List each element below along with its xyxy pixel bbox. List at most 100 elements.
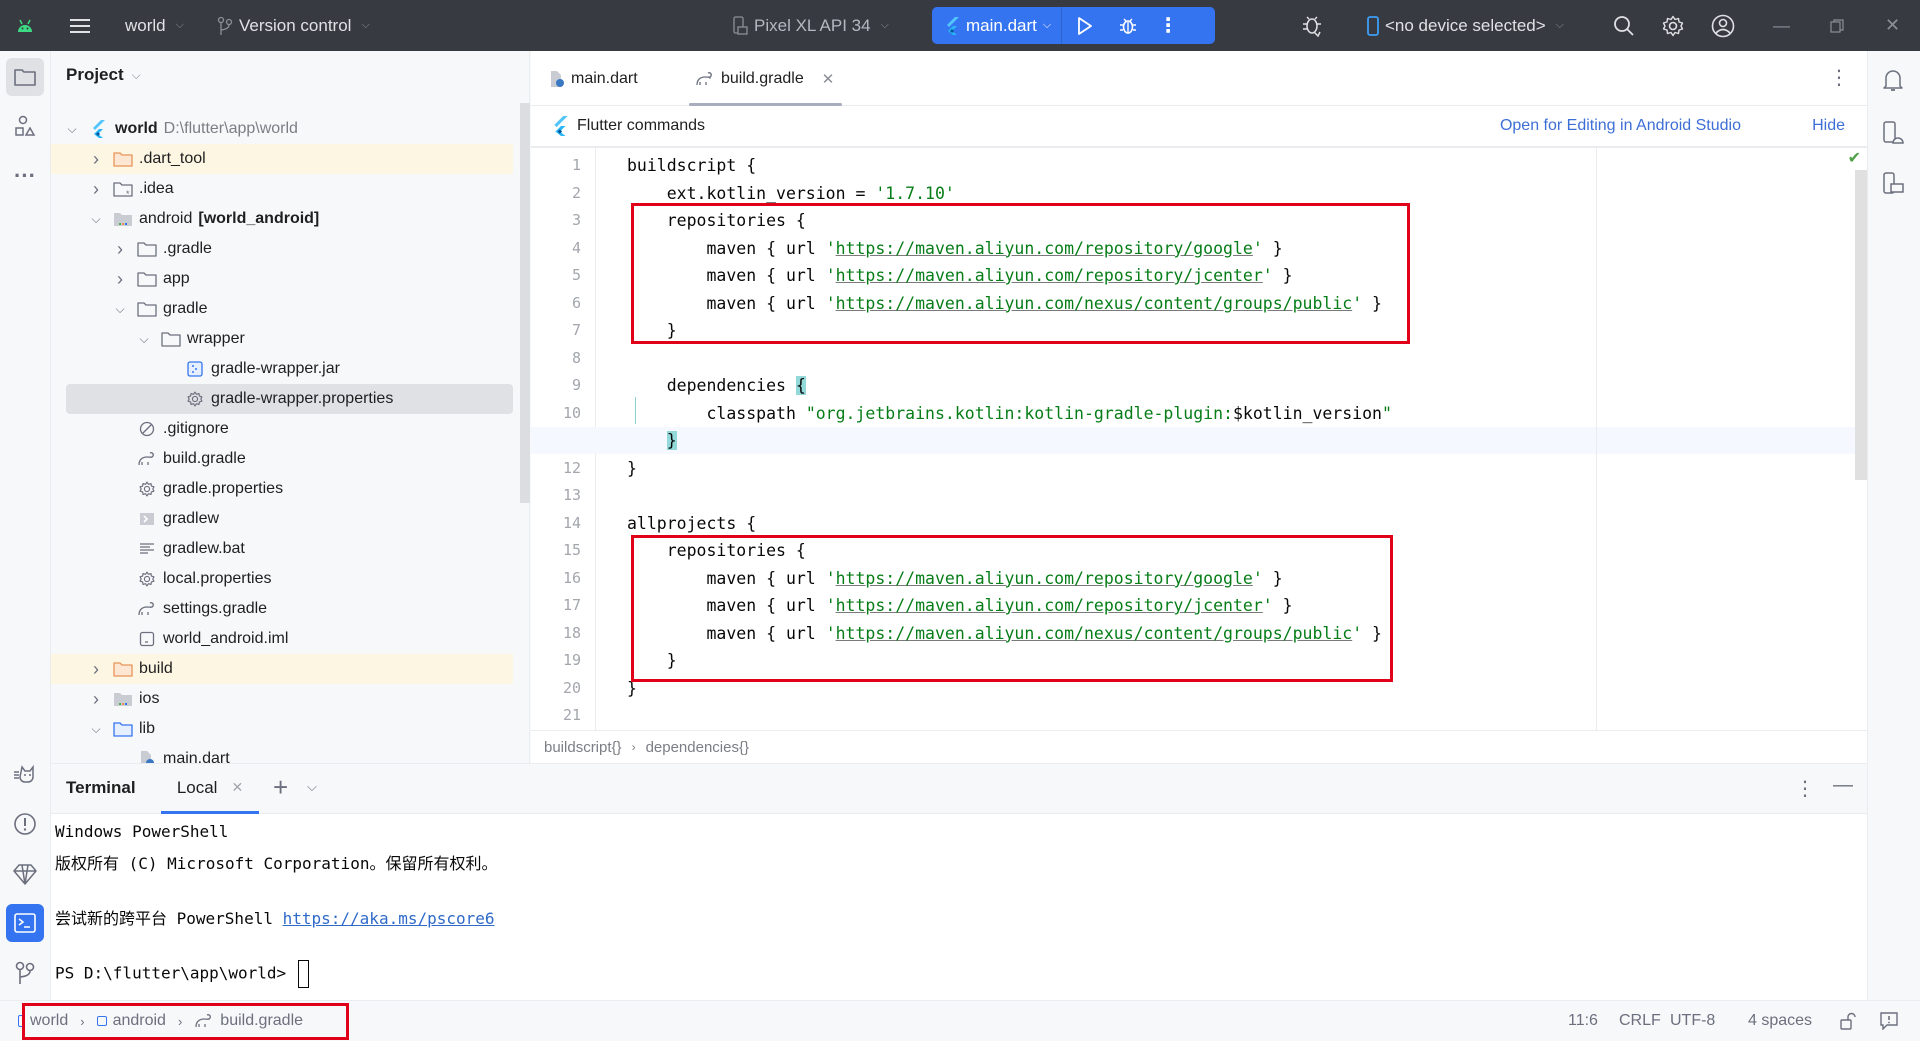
code-line[interactable]: } <box>596 455 637 482</box>
tree-item[interactable]: › build <box>51 654 513 684</box>
indent-settings[interactable]: 4 spaces <box>1748 1001 1812 1041</box>
code-line[interactable] <box>596 345 627 372</box>
restore-button[interactable] <box>1830 0 1844 51</box>
tree-item[interactable]: gradle-wrapper.properties <box>66 384 513 414</box>
chevron-down-icon[interactable]: ⌵ <box>137 332 151 347</box>
project-tool-button[interactable] <box>6 58 44 96</box>
tab-build-gradle[interactable]: build.gradle ✕ <box>688 51 843 106</box>
settings-button[interactable] <box>1662 0 1684 51</box>
code-editor[interactable]: 123456789101112131415161718192021 builds… <box>531 148 1867 730</box>
tree-item[interactable]: › ios <box>51 684 513 714</box>
tree-item[interactable]: world_android.iml <box>51 624 513 654</box>
attach-debugger-button[interactable] <box>1300 0 1324 51</box>
vcs-selector[interactable]: Version control ⌵ <box>217 0 370 51</box>
terminal-line: PS D:\flutter\app\world> <box>55 959 309 988</box>
new-terminal-button[interactable]: + <box>273 772 288 803</box>
more-actions-button[interactable]: ⋮ <box>1148 7 1188 44</box>
chevron-down-icon: ⌵ <box>880 19 889 31</box>
tree-item[interactable]: › app <box>51 264 513 294</box>
project-view-selector[interactable]: Project ⌵ <box>66 65 141 85</box>
tree-item[interactable]: › * .idea <box>51 174 513 204</box>
chevron-down-icon[interactable]: ⌵ <box>89 212 103 227</box>
minimize-icon: — <box>1773 15 1790 35</box>
search-button[interactable] <box>1613 0 1635 51</box>
tree-item[interactable]: ⌵ world D:\flutter\app\world <box>51 114 513 144</box>
minimize-panel-button[interactable]: — <box>1833 774 1853 797</box>
code-line[interactable] <box>596 702 627 729</box>
code-line[interactable]: dependencies { <box>596 372 806 399</box>
close-terminal-tab-button[interactable]: ✕ <box>231 779 243 796</box>
terminal-title: Terminal <box>66 778 136 797</box>
chevron-down-icon[interactable]: ⌵ <box>89 722 103 737</box>
tab-main-dart[interactable]: main.dart <box>549 51 638 106</box>
minimize-button[interactable]: — <box>1773 0 1790 51</box>
tree-item[interactable]: ⌵ wrapper <box>51 324 513 354</box>
project-selector[interactable]: world ⌵ <box>125 0 184 51</box>
file-encoding[interactable]: UTF-8 <box>1670 1001 1715 1041</box>
notifications-button[interactable] <box>1874 61 1912 99</box>
device-config-selector[interactable]: Pixel XL API 34 ⌵ <box>732 0 889 51</box>
chevron-down-icon[interactable]: ⌵ <box>65 122 79 137</box>
problems-button[interactable] <box>6 805 44 843</box>
terminal-tab-local[interactable]: Local ✕ <box>161 764 259 814</box>
tab-options-button[interactable]: ⋮ <box>1829 65 1849 90</box>
tree-item[interactable]: gradle-wrapper.jar <box>51 354 513 384</box>
code-line[interactable] <box>596 482 627 509</box>
hide-link[interactable]: Hide <box>1812 117 1845 135</box>
tree-item[interactable]: ⌵ lib <box>51 714 513 744</box>
run-button[interactable] <box>1062 7 1108 44</box>
running-devices-button[interactable] <box>1874 165 1912 203</box>
terminal-link[interactable]: https://aka.ms/pscore6 <box>283 909 495 928</box>
feedback-button[interactable] <box>1880 1001 1898 1041</box>
code-line[interactable]: } <box>596 427 677 454</box>
gemini-button[interactable] <box>6 855 44 893</box>
read-only-toggle[interactable] <box>1840 1001 1856 1041</box>
tree-item[interactable]: gradlew <box>51 504 513 534</box>
more-tools-button[interactable]: ··· <box>6 157 44 195</box>
version-control-button[interactable] <box>6 954 44 992</box>
resource-manager-button[interactable] <box>6 107 44 145</box>
chevron-right-icon[interactable]: › <box>89 179 103 200</box>
tree-item[interactable]: ⌵ gradle <box>51 294 513 324</box>
tree-item[interactable]: › .dart_tool <box>51 144 513 174</box>
caret-position[interactable]: 11:6 <box>1568 1001 1598 1041</box>
run-config-selector[interactable]: main.dart ⌵ <box>932 7 1061 44</box>
tree-item[interactable]: settings.gradle <box>51 594 513 624</box>
tree-item[interactable]: gradlew.bat <box>51 534 513 564</box>
terminal-dropdown-button[interactable]: ⌵ <box>307 779 317 795</box>
open-in-android-studio-link[interactable]: Open for Editing in Android Studio <box>1500 117 1741 135</box>
terminal-options-button[interactable]: ⋮ <box>1795 776 1815 801</box>
device-manager-button[interactable] <box>1874 114 1912 152</box>
tree-item[interactable]: local.properties <box>51 564 513 594</box>
code-line[interactable]: classpath "org.jetbrains.kotlin:kotlin-g… <box>596 400 1391 427</box>
main-menu-button[interactable] <box>70 0 90 51</box>
chevron-right-icon[interactable]: › <box>113 239 127 260</box>
logcat-button[interactable] <box>6 755 44 793</box>
line-separator[interactable]: CRLF <box>1619 1001 1661 1041</box>
tree-item[interactable]: ⌵ android [world_android] <box>51 204 513 234</box>
chevron-right-icon[interactable]: › <box>89 149 103 170</box>
device-selector[interactable]: <no device selected> ⌵ <box>1367 0 1564 51</box>
chevron-down-icon[interactable]: ⌵ <box>113 302 127 317</box>
project-scrollbar[interactable] <box>520 103 530 503</box>
tree-item[interactable]: .gitignore <box>51 414 513 444</box>
close-window-button[interactable]: ✕ <box>1885 0 1900 51</box>
tree-item[interactable]: gradle.properties <box>51 474 513 504</box>
matched-brace: } <box>666 431 677 450</box>
account-button[interactable] <box>1711 0 1735 51</box>
chevron-right-icon[interactable]: › <box>113 269 127 290</box>
editor-scrollbar[interactable] <box>1855 170 1867 480</box>
line-number: 20 <box>562 678 581 697</box>
breadcrumb-buildscript[interactable]: buildscript{} <box>544 739 622 756</box>
chevron-right-icon[interactable]: › <box>89 689 103 710</box>
close-tab-button[interactable]: ✕ <box>822 70 835 88</box>
breadcrumb-dependencies[interactable]: dependencies{} <box>646 739 749 756</box>
terminal-tool-button[interactable] <box>6 904 44 942</box>
code-token: ext.kotlin_version = <box>627 183 876 203</box>
debug-button[interactable] <box>1108 7 1148 44</box>
code-line[interactable]: allprojects { <box>596 510 756 537</box>
code-line[interactable]: buildscript { <box>596 152 756 179</box>
tree-item[interactable]: › .gradle <box>51 234 513 264</box>
tree-item[interactable]: build.gradle <box>51 444 513 474</box>
chevron-right-icon[interactable]: › <box>89 659 103 680</box>
